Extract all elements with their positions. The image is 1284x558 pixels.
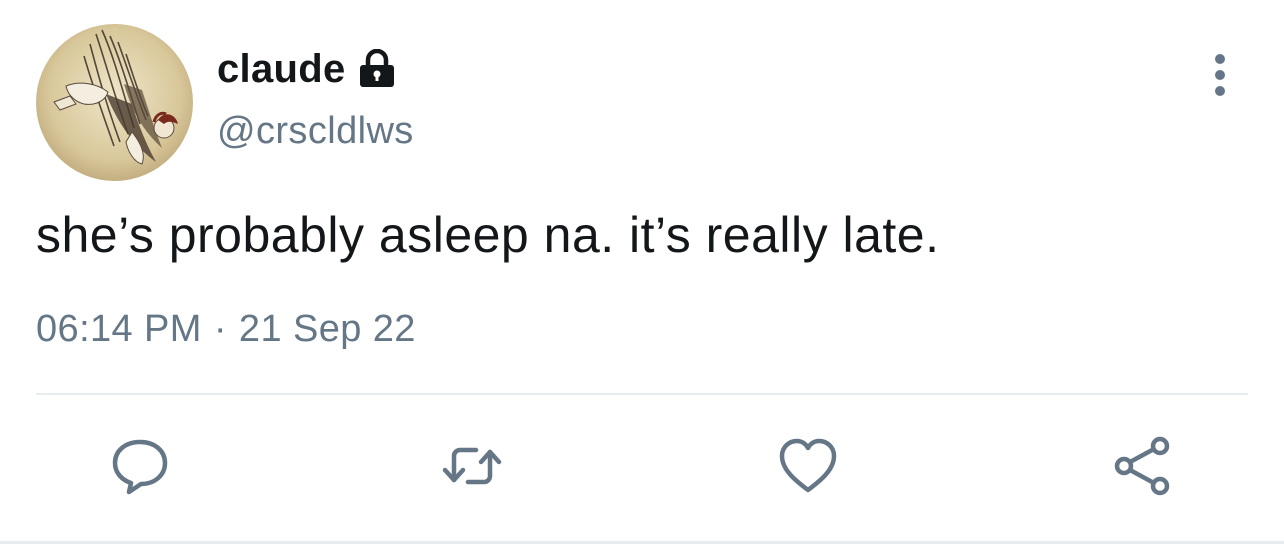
share-button[interactable] xyxy=(1110,434,1174,498)
bottom-divider xyxy=(0,541,1284,544)
retweet-icon xyxy=(442,447,502,485)
tweet-timestamp[interactable]: 06:14 PM · 21 Sep 22 xyxy=(36,308,416,351)
display-name-text: claude xyxy=(217,46,346,91)
retweet-button[interactable] xyxy=(440,434,504,498)
more-vertical-icon[interactable] xyxy=(1200,52,1240,98)
divider xyxy=(36,393,1248,395)
reply-button[interactable] xyxy=(108,434,172,498)
heart-icon xyxy=(779,438,837,493)
display-name[interactable]: claude xyxy=(217,44,396,94)
reply-icon xyxy=(112,439,168,495)
tweet-card: claude @crscldlws she’s probably asleep … xyxy=(0,0,1284,558)
like-button[interactable] xyxy=(776,434,840,498)
meta-separator: · xyxy=(213,308,227,350)
share-icon xyxy=(1114,436,1170,496)
tweet-date: 21 Sep 22 xyxy=(238,308,416,350)
lock-icon xyxy=(358,48,396,89)
user-handle[interactable]: @crscldlws xyxy=(217,110,414,153)
tweet-time: 06:14 PM xyxy=(36,308,202,350)
tweet-text: she’s probably asleep na. it’s really la… xyxy=(36,207,940,263)
avatar[interactable] xyxy=(36,24,193,181)
avatar-illustration xyxy=(36,24,193,181)
